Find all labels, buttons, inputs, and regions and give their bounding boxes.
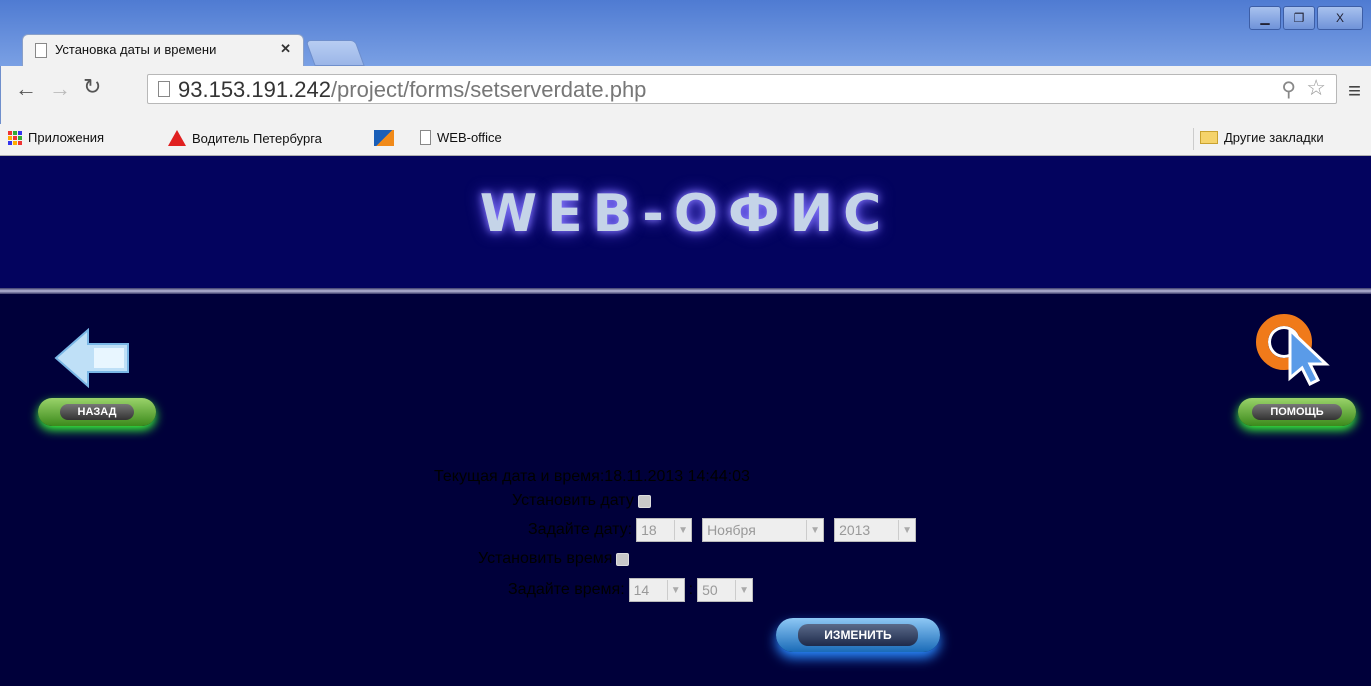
bookmark-other[interactable]: Другие закладки xyxy=(1200,130,1324,145)
bookmark-image[interactable] xyxy=(374,130,394,146)
bookmark-driver[interactable]: Водитель Петербурга xyxy=(168,130,322,146)
submit-button[interactable]: ИЗМЕНИТЬ xyxy=(776,618,940,652)
bookmark-apps[interactable]: Приложения xyxy=(8,130,104,145)
bookmark-weboffice[interactable]: WEB-office xyxy=(420,130,502,145)
cursor-icon xyxy=(1288,328,1330,386)
chevron-down-icon: ▼ xyxy=(898,520,915,540)
back-arrow-icon[interactable]: ← xyxy=(15,76,37,102)
set-time-row: Установить время xyxy=(478,550,630,568)
site-header: WEB-ОФИС xyxy=(0,156,1371,288)
chevron-down-icon: ▼ xyxy=(674,520,691,540)
warning-icon xyxy=(168,130,186,146)
chevron-down-icon: ▼ xyxy=(666,580,684,600)
address-bar[interactable]: 93.153.191.242/project/forms/setserverda… xyxy=(147,74,1337,104)
site-logo: WEB-ОФИС xyxy=(479,184,892,244)
apps-icon xyxy=(8,130,22,145)
set-date-checkbox[interactable] xyxy=(637,494,651,508)
folder-icon xyxy=(1200,131,1218,144)
chevron-down-icon: ▼ xyxy=(735,580,752,600)
back-arrow-icon[interactable] xyxy=(54,328,130,388)
hour-select[interactable]: 14 ▼ xyxy=(628,578,685,602)
page-icon xyxy=(35,43,47,58)
day-select[interactable]: 18 ▼ xyxy=(636,518,693,542)
back-button[interactable]: НАЗАД xyxy=(38,398,156,426)
enter-date-row: Задайте дату: 18 ▼ Ноября ▼ 2013 ▼ xyxy=(528,518,917,542)
title-bar: Установка даты и времени ✕ ▁ ❐ X xyxy=(0,0,1371,66)
browser-tab[interactable]: Установка даты и времени ✕ xyxy=(22,34,304,66)
page-icon xyxy=(420,130,431,145)
zoom-icon[interactable]: ⚲ xyxy=(1281,77,1296,102)
star-icon[interactable]: ☆ xyxy=(1306,75,1326,101)
url-text: 93.153.191.242/project/forms/setserverda… xyxy=(178,77,647,102)
close-window-button[interactable]: X xyxy=(1317,6,1363,30)
window-controls: ▁ ❐ X xyxy=(1249,6,1363,30)
tab-title: Установка даты и времени xyxy=(55,42,217,57)
tab-close-icon[interactable]: ✕ xyxy=(280,41,291,57)
browser-toolbar: ← → ↻ 93.153.191.242/project/forms/setse… xyxy=(0,66,1371,124)
reload-icon[interactable]: ↻ xyxy=(83,74,101,100)
divider xyxy=(1193,128,1194,150)
chart-icon xyxy=(374,130,394,146)
header-divider xyxy=(0,288,1371,294)
chevron-down-icon: ▼ xyxy=(806,520,823,540)
enter-time-row: Задайте время: 14 ▼ : 50 ▼ xyxy=(508,578,754,602)
bookmarks-bar: Приложения Водитель Петербурга WEB-offic… xyxy=(0,124,1371,156)
minute-select[interactable]: 50 ▼ xyxy=(697,578,754,602)
year-select[interactable]: 2013 ▼ xyxy=(834,518,917,542)
help-button[interactable]: ПОМОЩЬ xyxy=(1238,398,1356,426)
maximize-button[interactable]: ❐ xyxy=(1283,6,1315,30)
set-date-row: Установить дату xyxy=(512,492,651,510)
current-datetime: Текущая дата и время: 18.11.2013 14:44:03 xyxy=(434,468,750,485)
menu-icon[interactable]: ≡ xyxy=(1348,78,1361,104)
page-content: WEB-ОФИС НАЗАД ПОМОЩЬ Текущая дата и вре… xyxy=(0,156,1371,686)
month-select[interactable]: Ноября ▼ xyxy=(702,518,825,542)
minimize-button[interactable]: ▁ xyxy=(1249,6,1281,30)
forward-arrow-icon[interactable]: → xyxy=(49,76,71,102)
new-tab-button[interactable] xyxy=(305,40,365,66)
set-time-checkbox[interactable] xyxy=(616,552,630,566)
page-icon xyxy=(158,81,170,97)
